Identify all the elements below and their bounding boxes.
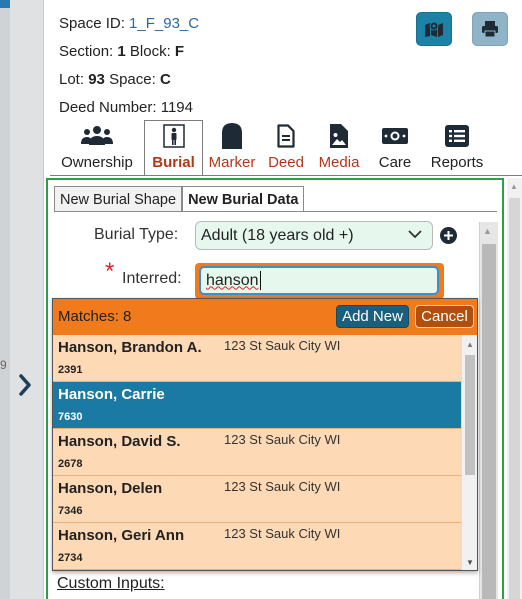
- match-address: 123 St Sauk City WI: [224, 479, 341, 494]
- space-info: Space ID: 1_F_93_C Section: 1 Block: F L…: [59, 10, 199, 122]
- section-label: Section:: [59, 43, 114, 60]
- chevron-down-icon: [408, 230, 422, 239]
- main-tabs: Ownership Burial Marker Deed Media Care …: [50, 120, 522, 175]
- burial-type-value: Adult (18 years old +): [201, 226, 354, 244]
- match-item[interactable]: Hanson, Delen 123 St Sauk City WI 7346: [53, 476, 461, 523]
- required-star: *: [105, 258, 115, 285]
- deed-label: Deed Number:: [59, 99, 157, 116]
- custom-inputs-heading: Custom Inputs:: [57, 575, 165, 592]
- tab-burial-label: Burial: [152, 154, 195, 171]
- match-name: Hanson, David S.: [58, 433, 181, 450]
- tabs-divider: [50, 175, 522, 176]
- tab-reports-label: Reports: [430, 154, 484, 171]
- section-block-line: Section: 1 Block: F: [59, 38, 199, 66]
- space-label: Space:: [109, 71, 156, 88]
- match-item[interactable]: Hanson, Geri Ann 123 St Sauk City WI 273…: [53, 523, 461, 570]
- space-id-label: Space ID:: [59, 15, 125, 32]
- interred-input[interactable]: hanson: [199, 266, 439, 295]
- tab-marker-label: Marker: [208, 154, 256, 171]
- form-scrollbar[interactable]: ▲: [479, 222, 498, 599]
- space-value: C: [159, 71, 171, 88]
- interred-value: hanson: [206, 271, 259, 289]
- deed-line: Deed Number: 1194: [59, 94, 199, 122]
- match-address: 123 St Sauk City WI: [224, 338, 341, 353]
- text-caret: [259, 271, 261, 290]
- tab-marker[interactable]: Marker: [203, 120, 261, 175]
- person-icon: [162, 123, 185, 149]
- interred-label: Interred:: [122, 270, 182, 287]
- map-icon: [425, 21, 443, 37]
- tab-care[interactable]: Care: [367, 120, 423, 175]
- match-item[interactable]: Hanson, David S. 123 St Sauk City WI 267…: [53, 429, 461, 476]
- cancel-button[interactable]: Cancel: [415, 305, 474, 328]
- file-image-icon: [330, 123, 348, 149]
- clipped-text: 9: [0, 358, 7, 372]
- match-item-selected[interactable]: Hanson, Carrie 7630: [53, 382, 461, 429]
- match-id: 7630: [58, 411, 83, 423]
- match-list-scrollbar-thumb[interactable]: [465, 355, 475, 475]
- match-id: 2391: [58, 364, 83, 376]
- burial-type-select[interactable]: Adult (18 years old +): [195, 221, 433, 250]
- sidebar-gutter: [0, 8, 10, 599]
- match-address: 123 St Sauk City WI: [224, 432, 341, 447]
- add-burial-type-plus-icon[interactable]: [440, 227, 457, 244]
- form-scrollbar-thumb[interactable]: [482, 244, 496, 599]
- page-scrollbar-thumb[interactable]: [509, 198, 520, 599]
- printer-icon: [482, 21, 498, 38]
- money-icon: [382, 123, 408, 149]
- print-button[interactable]: [472, 12, 508, 46]
- section-value: 1: [117, 43, 126, 60]
- match-address: 123 St Sauk City WI: [224, 526, 341, 541]
- subtab-divider: [54, 211, 497, 212]
- document-icon: [277, 123, 295, 149]
- space-id-line: Space ID: 1_F_93_C: [59, 10, 199, 38]
- match-id: 2734: [58, 552, 83, 564]
- burial-type-label: Burial Type:: [94, 226, 179, 243]
- collapsed-sidebar: [0, 0, 44, 599]
- space-id-value: 1_F_93_C: [129, 15, 200, 32]
- subtab-new-burial-data[interactable]: New Burial Data: [182, 186, 305, 212]
- match-list: Hanson, Brandon A. 123 St Sauk City WI 2…: [53, 335, 461, 570]
- lot-space-line: Lot: 93 Space: C: [59, 66, 199, 94]
- match-item[interactable]: Hanson, Brandon A. 123 St Sauk City WI 2…: [53, 335, 461, 382]
- expand-chevron-right-icon[interactable]: [12, 370, 38, 400]
- add-new-button[interactable]: Add New: [336, 305, 409, 328]
- page-scrollbar[interactable]: ▲: [507, 178, 522, 599]
- map-button[interactable]: [416, 12, 452, 46]
- tab-media[interactable]: Media: [311, 120, 367, 175]
- block-label: Block:: [129, 43, 171, 60]
- tab-media-label: Media: [318, 154, 360, 171]
- match-name: Hanson, Brandon A.: [58, 339, 202, 356]
- tab-burial[interactable]: Burial: [144, 120, 203, 175]
- lot-value: 93: [88, 71, 105, 88]
- scroll-up-arrow-icon[interactable]: ▲: [483, 226, 492, 236]
- page-scroll-up-icon[interactable]: ▲: [510, 182, 518, 191]
- users-icon: [81, 123, 113, 149]
- tab-care-label: Care: [378, 154, 412, 171]
- tab-reports[interactable]: Reports: [423, 120, 491, 175]
- burial-subtabs: New Burial Shape New Burial Data: [54, 186, 305, 212]
- matches-count: Matches: 8: [58, 308, 132, 325]
- scroll-up-arrow-icon[interactable]: ▲: [466, 340, 474, 349]
- tab-ownership[interactable]: Ownership: [50, 120, 144, 175]
- match-name: Hanson, Carrie: [58, 386, 165, 403]
- deed-value: 1194: [160, 99, 193, 116]
- match-list-scrollbar[interactable]: ▲ ▼: [461, 335, 477, 570]
- match-name: Hanson, Delen: [58, 480, 163, 497]
- tombstone-icon: [221, 123, 243, 149]
- block-value: F: [174, 43, 185, 60]
- scroll-down-arrow-icon[interactable]: ▼: [466, 558, 474, 567]
- tab-ownership-label: Ownership: [61, 154, 133, 171]
- subtab-new-burial-shape[interactable]: New Burial Shape: [54, 186, 183, 212]
- tab-deed-label: Deed: [268, 154, 304, 171]
- match-name: Hanson, Geri Ann: [58, 527, 185, 544]
- list-icon: [445, 123, 469, 149]
- lot-label: Lot:: [59, 71, 85, 88]
- interred-autocomplete: Matches: 8 Add New Cancel Hanson, Brando…: [52, 298, 478, 571]
- autocomplete-header: Matches: 8 Add New Cancel: [53, 299, 477, 335]
- match-id: 2678: [58, 458, 83, 470]
- tab-deed[interactable]: Deed: [261, 120, 311, 175]
- match-id: 7346: [58, 505, 83, 517]
